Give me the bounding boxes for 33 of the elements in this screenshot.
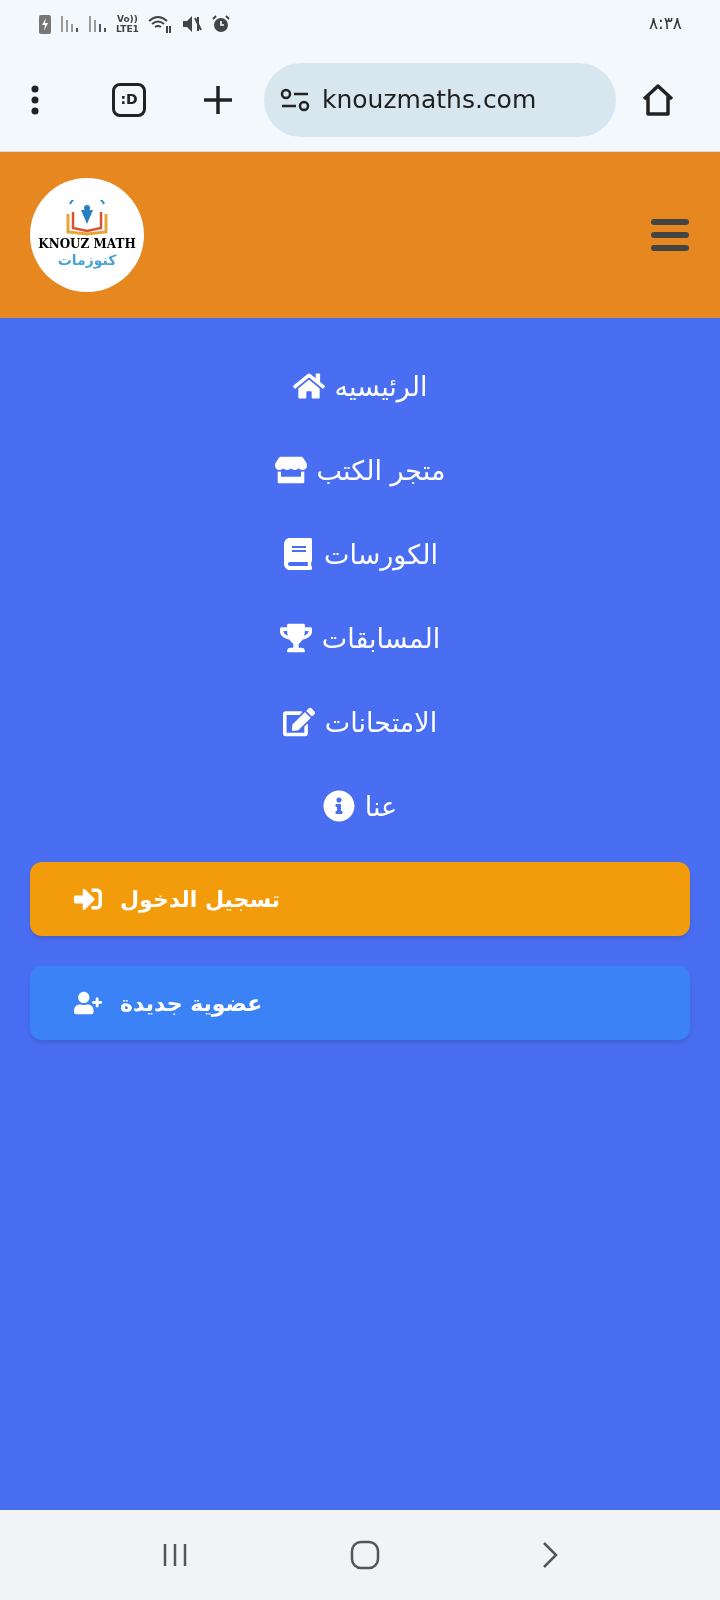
store-icon	[274, 454, 307, 486]
mute-icon	[180, 14, 203, 34]
menu-icon[interactable]	[650, 218, 690, 252]
login-button[interactable]: تسجيل الدخول	[30, 862, 690, 936]
home-icon[interactable]	[640, 81, 676, 118]
home-button-icon[interactable]	[350, 1540, 380, 1570]
alarm-icon	[210, 14, 231, 34]
lte-label: LTE1	[116, 24, 139, 34]
signal-icon	[88, 14, 108, 34]
book-icon	[282, 538, 315, 570]
info-icon	[322, 790, 355, 822]
add-user-icon	[74, 989, 102, 1017]
nav-link[interactable]: الامتحانات	[324, 708, 438, 736]
nav-link[interactable]: عنا	[364, 792, 398, 820]
edit-icon	[282, 706, 315, 738]
url-text: knouzmaths.com	[322, 83, 537, 116]
wifi-icon	[146, 14, 173, 34]
trophy-icon	[279, 622, 312, 654]
signup-button[interactable]: عضوية جديدة	[30, 966, 690, 1040]
tab-switcher-button[interactable]: :D	[112, 82, 146, 117]
book-logo-drawing	[64, 200, 110, 237]
logo-arabic-text: كنوزمات	[57, 252, 117, 270]
chevron-right-icon[interactable]	[541, 1540, 560, 1570]
battery-icon	[38, 13, 52, 35]
signal-icon	[60, 14, 80, 34]
clock-time: ٨:٣٨	[648, 12, 682, 36]
volte-label: Vo))	[116, 14, 138, 24]
logo-text: KNOUZ MATH	[38, 238, 136, 251]
nav-link[interactable]: المسابقات	[321, 624, 441, 652]
site-settings-icon[interactable]	[280, 87, 310, 112]
plus-icon[interactable]	[202, 83, 234, 116]
more-options-icon[interactable]	[30, 84, 40, 115]
address-bar[interactable]: knouzmaths.com	[264, 62, 616, 137]
